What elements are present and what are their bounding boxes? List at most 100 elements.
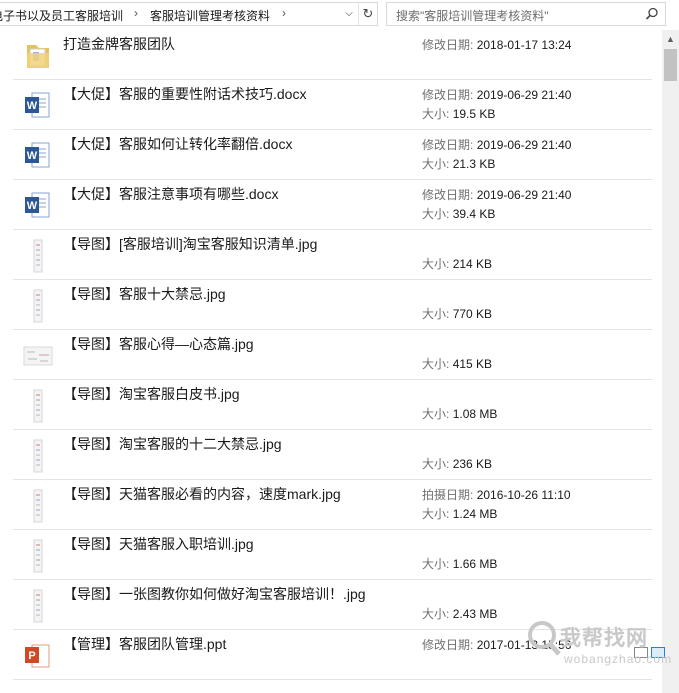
file-row[interactable]: P 【管理】客服团队管理.ppt 修改日期: 2017-01-13 15:56 xyxy=(13,630,652,680)
size-value: 415 KB xyxy=(452,357,493,371)
address-bar[interactable]: 电子书以及员工客服培训 › 客服培训管理考核资料 › ⌵ ↻ xyxy=(0,2,378,26)
file-name[interactable]: 【导图】天猫客服必看的内容，速度mark.jpg xyxy=(63,484,341,504)
svg-text:P: P xyxy=(28,650,35,662)
file-row[interactable]: W 【大促】客服注意事项有哪些.docx 修改日期: 2019-06-29 21:4… xyxy=(13,180,652,230)
file-row[interactable]: W 【大促】客服的重要性附话术技巧.docx 修改日期: 2019-06-29 21… xyxy=(13,80,652,130)
file-row[interactable]: 【导图】一张图教你如何做好淘宝客服培训！.jpg 大小: 2.43 MB xyxy=(13,580,652,630)
word-doc-icon: W xyxy=(23,139,53,173)
size-label: 大小: xyxy=(422,457,450,471)
file-name[interactable]: 【大促】客服注意事项有哪些.docx xyxy=(63,184,278,204)
file-row[interactable]: 【导图】淘宝客服的十二大禁忌.jpg 大小: 236 KB xyxy=(13,430,652,480)
breadcrumb-item-current[interactable]: 客服培训管理考核资料 xyxy=(150,7,270,24)
size-label: 大小: xyxy=(422,357,450,371)
address-dropdown-icon[interactable]: ⌵ xyxy=(340,3,358,25)
image-thumbnail-icon xyxy=(23,239,53,273)
file-size: 大小: 770 KB xyxy=(422,305,492,322)
date-value: 2019-06-29 21:40 xyxy=(476,138,572,152)
size-value: 1.66 MB xyxy=(452,557,498,571)
file-size: 大小: 21.3 KB xyxy=(422,155,495,172)
size-label: 大小: xyxy=(422,257,450,271)
file-size: 大小: 2.43 MB xyxy=(422,605,497,622)
date-value: 2019-06-29 21:40 xyxy=(476,188,572,202)
size-value: 236 KB xyxy=(452,457,493,471)
svg-text:W: W xyxy=(27,200,38,212)
size-label: 大小: xyxy=(422,607,450,621)
file-date: 修改日期: 2017-01-13 15:56 xyxy=(422,636,571,653)
file-size: 大小: 39.4 KB xyxy=(422,205,495,222)
size-label: 大小: xyxy=(422,507,450,521)
breadcrumb-item-parent[interactable]: 电子书以及员工客服培训 xyxy=(0,7,123,24)
file-name[interactable]: 【导图】[客服培训]淘宝客服知识清单.jpg xyxy=(63,234,317,254)
file-row[interactable]: 【导图】淘宝客服白皮书.jpg 大小: 1.08 MB xyxy=(13,380,652,430)
scrollbar-thumb[interactable] xyxy=(664,49,677,81)
word-doc-icon: W xyxy=(23,89,53,123)
toolbar: 电子书以及员工客服培训 › 客服培训管理考核资料 › ⌵ ↻ 搜索"客服培训管理… xyxy=(0,0,679,30)
breadcrumb-separator[interactable]: › xyxy=(282,6,286,20)
file-name[interactable]: 【导图】一张图教你如何做好淘宝客服培训！.jpg xyxy=(63,584,366,604)
image-thumbnail-icon xyxy=(23,589,53,623)
size-label: 大小: xyxy=(422,107,450,121)
date-label: 修改日期: xyxy=(422,188,474,202)
search-placeholder[interactable]: 搜索"客服培训管理考核资料" xyxy=(396,7,549,24)
search-icon[interactable] xyxy=(645,7,659,21)
size-label: 大小: xyxy=(422,157,450,171)
file-row[interactable]: 【导图】[客服培训]淘宝客服知识清单.jpg 大小: 214 KB xyxy=(13,230,652,280)
size-label: 大小: xyxy=(422,557,450,571)
date-value: 2019-06-29 21:40 xyxy=(476,88,572,102)
image-thumbnail-icon xyxy=(23,539,53,573)
image-thumbnail-icon xyxy=(23,389,53,423)
file-name[interactable]: 打造金牌客服团队 xyxy=(63,34,175,54)
powerpoint-icon: P xyxy=(23,639,53,673)
file-name[interactable]: 【管理】客服团队管理.ppt xyxy=(63,634,226,654)
svg-text:W: W xyxy=(27,100,38,112)
tiles-view-icon[interactable] xyxy=(651,647,665,658)
file-name[interactable]: 【大促】客服如何让转化率翻倍.docx xyxy=(63,134,292,154)
scroll-up-icon[interactable]: ▲ xyxy=(662,34,679,48)
file-size: 大小: 19.5 KB xyxy=(422,105,495,122)
breadcrumb-separator[interactable]: › xyxy=(134,6,138,20)
date-label: 修改日期: xyxy=(422,638,474,652)
file-date: 修改日期: 2018-01-17 13:24 xyxy=(422,36,571,53)
file-row[interactable]: 【导图】客服心得—心态篇.jpg 大小: 415 KB xyxy=(13,330,652,380)
size-value: 1.08 MB xyxy=(452,407,498,421)
date-label: 拍摄日期: xyxy=(422,488,474,502)
date-value: 2018-01-17 13:24 xyxy=(476,38,572,52)
size-label: 大小: xyxy=(422,207,450,221)
size-value: 19.5 KB xyxy=(452,107,496,121)
size-value: 770 KB xyxy=(452,307,493,321)
file-size: 大小: 1.08 MB xyxy=(422,405,497,422)
file-size: 大小: 1.66 MB xyxy=(422,555,497,572)
file-date: 拍摄日期: 2016-10-26 11:10 xyxy=(422,486,571,503)
image-thumbnail-icon xyxy=(23,289,53,323)
date-label: 修改日期: xyxy=(422,88,474,102)
file-name[interactable]: 【导图】淘宝客服的十二大禁忌.jpg xyxy=(63,434,282,454)
file-row[interactable]: 【导图】天猫客服入职培训.jpg 大小: 1.66 MB xyxy=(13,530,652,580)
date-value: 2016-10-26 11:10 xyxy=(476,488,571,502)
file-size: 大小: 214 KB xyxy=(422,255,492,272)
image-thumbnail-icon xyxy=(23,489,53,523)
size-value: 1.24 MB xyxy=(452,507,498,521)
file-name[interactable]: 【大促】客服的重要性附话术技巧.docx xyxy=(63,84,306,104)
svg-text:W: W xyxy=(27,150,38,162)
size-value: 21.3 KB xyxy=(452,157,496,171)
size-value: 39.4 KB xyxy=(452,207,496,221)
details-view-icon[interactable] xyxy=(634,647,648,658)
file-row[interactable]: 【导图】客服十大禁忌.jpg 大小: 770 KB xyxy=(13,280,652,330)
refresh-icon[interactable]: ↻ xyxy=(358,3,377,25)
size-value: 2.43 MB xyxy=(452,607,498,621)
file-name[interactable]: 【导图】客服十大禁忌.jpg xyxy=(63,284,226,304)
file-size: 大小: 1.24 MB xyxy=(422,505,497,522)
size-label: 大小: xyxy=(422,307,450,321)
file-name[interactable]: 【导图】天猫客服入职培训.jpg xyxy=(63,534,254,554)
file-row[interactable]: 打造金牌客服团队 修改日期: 2018-01-17 13:24 xyxy=(13,30,652,80)
file-row[interactable]: 【导图】天猫客服必看的内容，速度mark.jpg 拍摄日期: 2016-10-26… xyxy=(13,480,652,530)
search-box[interactable]: 搜索"客服培训管理考核资料" xyxy=(386,2,666,26)
file-date: 修改日期: 2019-06-29 21:40 xyxy=(422,136,571,153)
file-name[interactable]: 【导图】客服心得—心态篇.jpg xyxy=(63,334,254,354)
file-row[interactable]: W 【大促】客服如何让转化率翻倍.docx 修改日期: 2019-06-29 21:… xyxy=(13,130,652,180)
file-date: 修改日期: 2019-06-29 21:40 xyxy=(422,86,571,103)
vertical-scrollbar[interactable]: ▲ xyxy=(662,30,679,693)
folder-icon xyxy=(23,39,53,73)
date-label: 修改日期: xyxy=(422,138,474,152)
file-name[interactable]: 【导图】淘宝客服白皮书.jpg xyxy=(63,384,240,404)
